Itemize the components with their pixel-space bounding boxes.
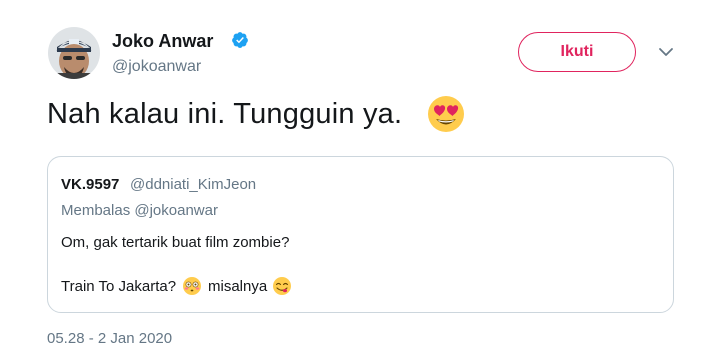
- quoted-reply-context: Membalas @jokoanwar: [61, 202, 218, 219]
- quoted-text-line1: Om, gak tertarik buat film zombie?: [61, 234, 290, 251]
- heart-eyes-emoji-icon: [428, 96, 464, 132]
- tweet-card: Joko Anwar @jokoanwar Ikuti Nah kalau in…: [0, 0, 720, 361]
- quoted-tweet[interactable]: VK.9597 @ddniati_KimJeon Membalas @jokoa…: [47, 156, 674, 313]
- quoted-author-name: VK.9597: [61, 176, 120, 193]
- quoted-text-line2: Train To Jakarta?: [61, 278, 177, 295]
- tweet-timestamp[interactable]: 05.28 - 2 Jan 2020: [47, 330, 172, 347]
- author-handle[interactable]: @jokoanwar: [112, 58, 201, 76]
- follow-button[interactable]: Ikuti: [518, 32, 636, 72]
- yum-face-emoji-icon: [273, 277, 291, 295]
- chevron-down-icon[interactable]: [656, 45, 676, 59]
- author-name[interactable]: Joko Anwar: [112, 31, 213, 52]
- quoted-author-handle: @ddniati_KimJeon: [130, 176, 257, 193]
- verified-badge-icon: [232, 32, 248, 48]
- author-avatar[interactable]: [48, 27, 100, 79]
- tweet-text: Nah kalau ini. Tungguin ya.: [47, 98, 403, 130]
- quoted-text-suffix: misalnya: [208, 278, 268, 295]
- flushed-face-emoji-icon: [183, 277, 201, 295]
- avatar-image: [48, 27, 100, 79]
